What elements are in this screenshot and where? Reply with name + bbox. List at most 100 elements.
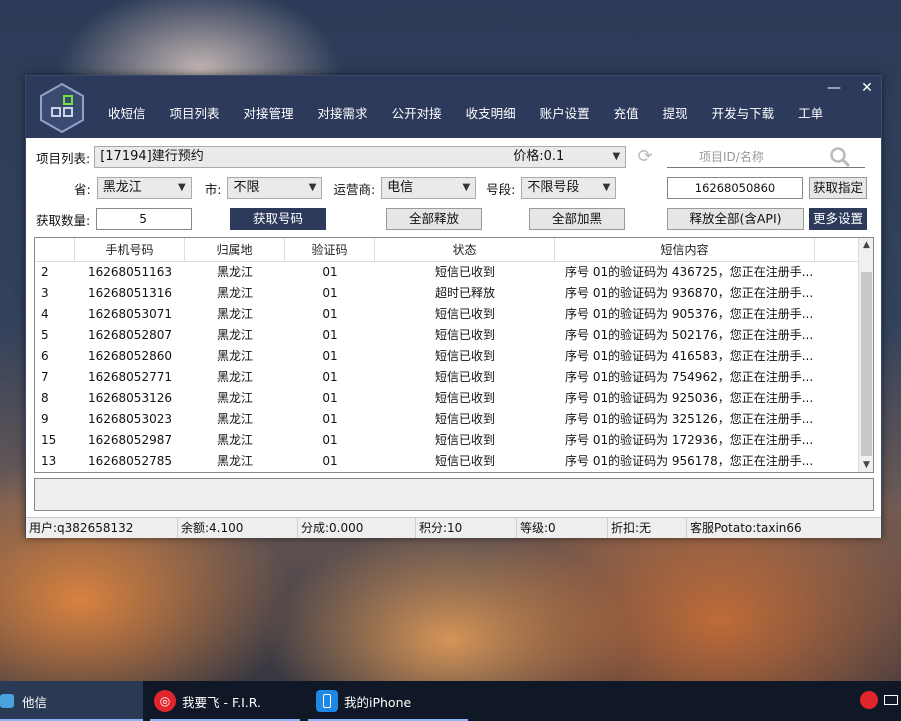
quantity-input[interactable]: 5 <box>96 208 193 230</box>
header-code[interactable]: 验证码 <box>285 238 375 261</box>
taskbar-app-music[interactable]: ◎ 我要飞 - F.I.R. <box>150 681 300 721</box>
release-all-api-button[interactable]: 释放全部(含API) <box>667 208 804 230</box>
cell-code: 01 <box>322 328 338 342</box>
cell-status: 短信已收到 <box>434 412 495 426</box>
cell-code: 01 <box>322 307 338 321</box>
city-select[interactable]: 不限 ▼ <box>227 177 323 199</box>
table-row[interactable]: 7 16268052771 黑龙江 01 短信已收到 序号 01的验证码为 754962，… <box>35 367 859 388</box>
taskbar: 他信 ◎ 我要飞 - F.I.R. 我的iPhone <box>0 681 901 721</box>
table-row[interactable]: 9 16268053023 黑龙江 01 短信已收到 序号 01的验证码为 325126，… <box>35 409 859 430</box>
cell-sms-content: 序号 01的验证码为 416583，您正在注册手... <box>565 349 814 363</box>
cell-phone: 16268052771 <box>88 370 172 384</box>
vertical-scrollbar[interactable]: ▲ ▼ <box>858 238 873 472</box>
menu-withdraw[interactable]: 提现 <box>651 76 700 138</box>
scroll-down-icon[interactable]: ▼ <box>859 460 873 470</box>
release-all-button[interactable]: 全部释放 <box>386 208 482 230</box>
header-phone[interactable]: 手机号码 <box>75 238 185 261</box>
status-bar: 用户:q382658132 余额:4.100 分成:0.000 积分:10 等级… <box>26 517 881 538</box>
cell-sms-content: 序号 01的验证码为 925036，您正在注册手... <box>565 391 814 405</box>
cell-index: 15 <box>41 433 57 447</box>
menu-public-docking[interactable]: 公开对接 <box>380 76 454 138</box>
close-button[interactable]: ✕ <box>856 80 878 96</box>
menu-docking-demand[interactable]: 对接需求 <box>306 76 380 138</box>
header-location[interactable]: 归属地 <box>185 238 285 261</box>
segment-select[interactable]: 不限号段 ▼ <box>521 177 617 199</box>
cell-sms-content: 序号 01的验证码为 436725，您正在注册手... <box>565 265 814 279</box>
table-row[interactable]: 4 16268053071 黑龙江 01 短信已收到 序号 01的验证码为 905376，… <box>35 304 859 325</box>
status-discount: 折扣:无 <box>608 518 687 538</box>
cell-phone: 16268051163 <box>88 265 172 279</box>
header-index <box>35 238 75 261</box>
more-settings-button[interactable]: 更多设置 <box>809 208 867 230</box>
cell-code: 01 <box>322 349 338 363</box>
cell-status: 短信已收到 <box>434 349 495 363</box>
city-value: 不限 <box>233 180 260 195</box>
tray-music-icon[interactable] <box>860 691 878 709</box>
cell-index: 5 <box>41 328 49 342</box>
status-user: 用户:q382658132 <box>26 518 178 538</box>
taskbar-app-iphone-label: 我的iPhone <box>344 694 412 710</box>
taskbar-app-taxin[interactable]: 他信 <box>0 681 143 721</box>
refresh-icon[interactable]: ⟳ <box>632 146 658 168</box>
chevron-down-icon: ▼ <box>602 182 611 193</box>
table-row[interactable]: 13 16268052785 黑龙江 01 短信已收到 序号 01的验证码为 956178… <box>35 451 859 472</box>
table-row[interactable]: 5 16268052807 黑龙江 01 短信已收到 序号 01的验证码为 502176，… <box>35 325 859 346</box>
scrollbar-thumb[interactable] <box>861 272 872 456</box>
price-label: 价格:0.1 <box>513 149 565 164</box>
specified-number-input[interactable]: 16268050860 <box>667 177 803 199</box>
table-header: 手机号码 归属地 验证码 状态 短信内容 <box>35 238 859 262</box>
table-row[interactable]: 2 16268051163 黑龙江 01 短信已收到 序号 01的验证码为 436725，… <box>35 262 859 283</box>
header-sms-content[interactable]: 短信内容 <box>555 238 815 261</box>
cell-index: 3 <box>41 286 49 300</box>
menu-recharge[interactable]: 充值 <box>602 76 651 138</box>
province-label: 省: <box>74 181 91 197</box>
menu-project-list[interactable]: 项目列表 <box>158 76 232 138</box>
carrier-select[interactable]: 电信 ▼ <box>381 177 477 199</box>
get-specified-button[interactable]: 获取指定 <box>809 177 867 199</box>
cell-location: 黑龙江 <box>216 349 253 363</box>
project-select-value: [17194]建行预约 <box>100 149 204 164</box>
title-bar: 收短信 项目列表 对接管理 对接需求 公开对接 收支明细 账户设置 充值 提现 … <box>26 76 881 138</box>
menu-transactions[interactable]: 收支明细 <box>454 76 528 138</box>
table-row[interactable]: 8 16268053126 黑龙江 01 短信已收到 序号 01的验证码为 925036，… <box>35 388 859 409</box>
cell-status: 短信已收到 <box>434 328 495 342</box>
header-status[interactable]: 状态 <box>375 238 555 261</box>
table-row[interactable]: 3 16268051316 黑龙江 01 超时已释放 序号 01的验证码为 936870，… <box>35 283 859 304</box>
cell-index: 2 <box>41 265 49 279</box>
project-search-field[interactable]: 项目ID/名称 <box>667 146 865 168</box>
province-select[interactable]: 黑龙江 ▼ <box>96 177 192 199</box>
chevron-down-icon: ▼ <box>612 151 621 162</box>
province-value: 黑龙江 <box>102 180 142 195</box>
menu-account-settings[interactable]: 账户设置 <box>528 76 602 138</box>
scroll-up-icon[interactable]: ▲ <box>859 240 873 250</box>
taskbar-app-iphone[interactable]: 我的iPhone <box>308 681 468 721</box>
menu-receive-sms[interactable]: 收短信 <box>96 76 158 138</box>
cell-phone: 16268051316 <box>88 286 172 300</box>
blacklist-all-button[interactable]: 全部加黑 <box>529 208 625 230</box>
project-select[interactable]: [17194]建行预约 价格:0.1 ▼ <box>94 146 627 168</box>
cell-index: 7 <box>41 370 49 384</box>
taskbar-app-music-label: 我要飞 - F.I.R. <box>182 694 261 710</box>
table-row[interactable]: 15 16268052987 黑龙江 01 短信已收到 序号 01的验证码为 172936… <box>35 430 859 451</box>
cell-status: 超时已释放 <box>434 286 495 300</box>
taskbar-app-taxin-label: 他信 <box>22 694 48 710</box>
chevron-down-icon: ▼ <box>462 182 471 193</box>
table-row[interactable]: 6 16268052860 黑龙江 01 短信已收到 序号 01的验证码为 416583，… <box>35 346 859 367</box>
tray-battery-icon[interactable] <box>884 695 898 705</box>
menu-dev-download[interactable]: 开发与下载 <box>700 76 787 138</box>
search-icon[interactable] <box>829 146 851 168</box>
cell-code: 01 <box>322 391 338 405</box>
cell-location: 黑龙江 <box>216 412 253 426</box>
get-number-button[interactable]: 获取号码 <box>230 208 326 230</box>
cell-location: 黑龙江 <box>216 433 253 447</box>
message-box <box>34 478 874 511</box>
menu-docking-manage[interactable]: 对接管理 <box>232 76 306 138</box>
cell-phone: 16268052860 <box>88 349 172 363</box>
minimize-button[interactable]: — <box>823 80 845 96</box>
cell-phone: 16268052807 <box>88 328 172 342</box>
cell-code: 01 <box>322 286 338 300</box>
cell-sms-content: 序号 01的验证码为 172936，您正在注册手... <box>565 433 814 447</box>
project-list-label: 项目列表: <box>36 150 91 166</box>
cell-code: 01 <box>322 370 338 384</box>
cell-sms-content: 序号 01的验证码为 502176，您正在注册手... <box>565 328 814 342</box>
